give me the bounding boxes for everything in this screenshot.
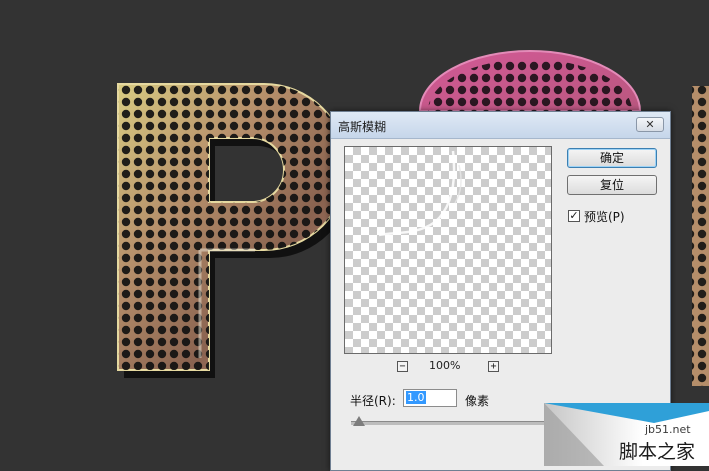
radius-label: 半径(R): — [350, 394, 396, 408]
dialog-title: 高斯模糊 — [338, 120, 387, 134]
preview-image — [378, 150, 462, 237]
ok-button[interactable]: 确定 — [567, 148, 657, 168]
zoom-in-button[interactable]: + — [488, 361, 499, 372]
reset-button[interactable]: 复位 — [567, 175, 657, 195]
checkmark-icon: ✓ — [569, 209, 579, 222]
close-button[interactable]: ✕ — [636, 117, 664, 132]
preview-checkbox-label[interactable]: 预览(P) — [584, 208, 625, 225]
radius-value: 1.0 — [406, 391, 426, 404]
minus-icon: − — [399, 361, 406, 372]
watermark-text: 脚本之家 — [619, 441, 696, 463]
zoom-level: 100% — [429, 359, 461, 372]
zoom-out-button[interactable]: − — [397, 361, 408, 372]
radius-input[interactable]: 1.0 — [403, 389, 457, 407]
preview-checkbox[interactable]: ✓ — [568, 210, 580, 222]
watermark-site: jb51.net — [645, 423, 691, 436]
dialog-title-bar[interactable]: 高斯模糊 ✕ — [331, 112, 670, 139]
close-icon: ✕ — [645, 118, 655, 131]
radius-unit-label: 像素 — [465, 394, 490, 408]
radius-slider-thumb[interactable] — [353, 416, 365, 426]
preview-area[interactable] — [344, 146, 552, 354]
plus-icon: + — [490, 361, 497, 372]
